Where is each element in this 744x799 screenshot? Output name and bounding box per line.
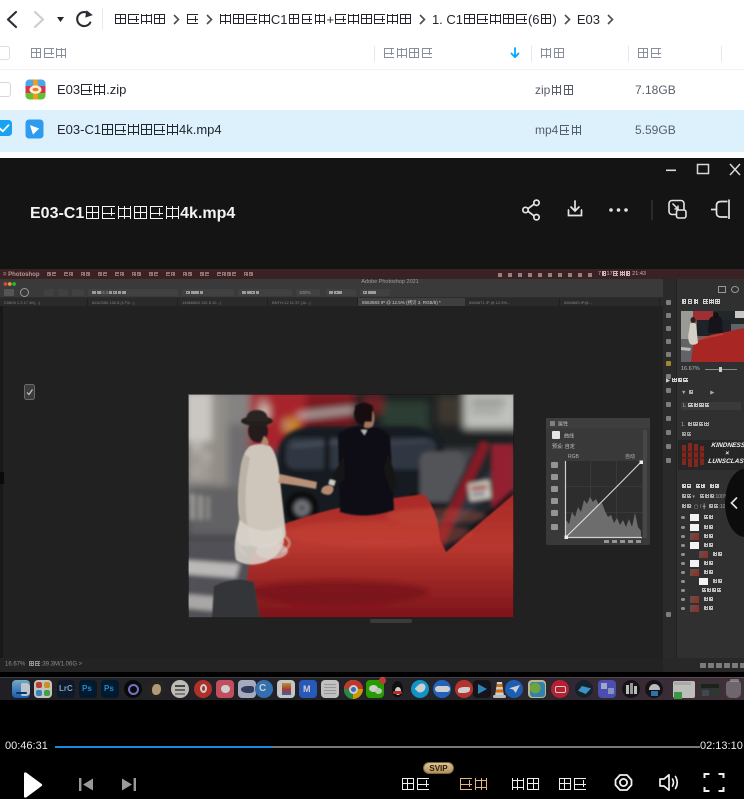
svg-text:曲线: 曲线 [564,433,574,440]
svg-text:预设: 自定: 预设: 自定 [552,443,575,450]
svg-text:自动: 自动 [625,453,635,460]
svg-text:RGB: RGB [568,454,580,460]
svg-text:属性: 属性 [558,421,568,428]
